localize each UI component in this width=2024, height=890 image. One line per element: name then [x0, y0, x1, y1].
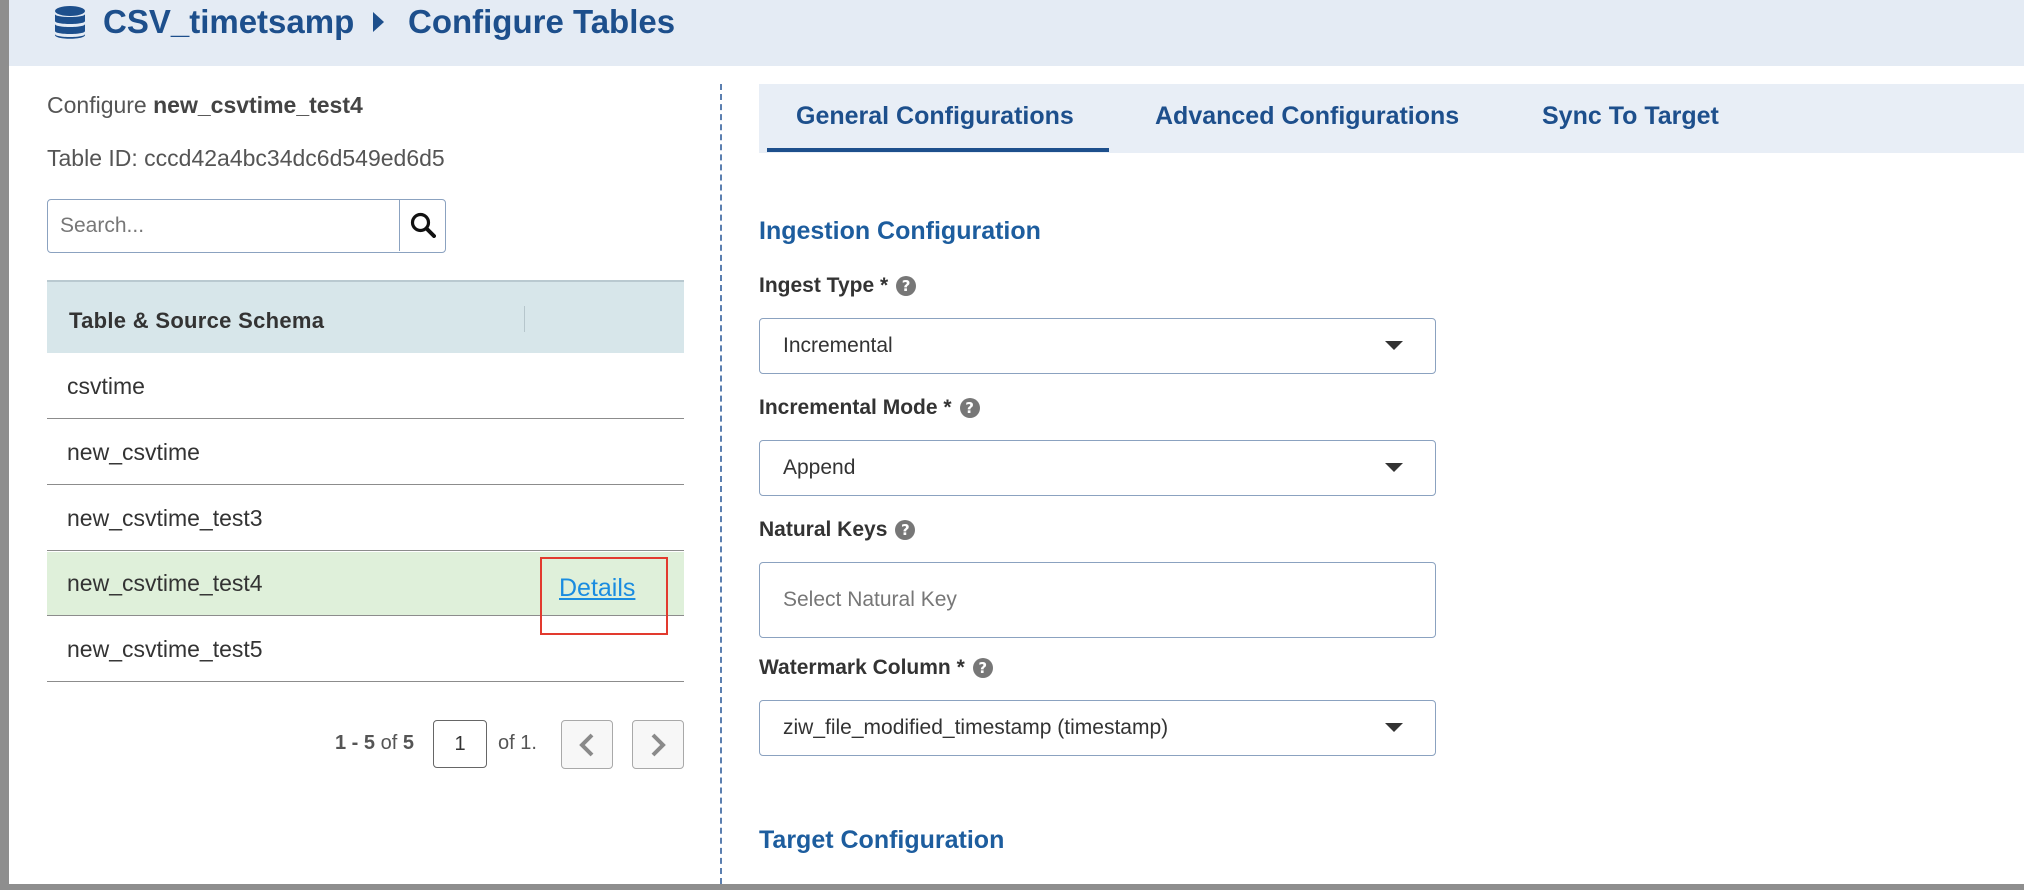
watermark-column-label: Watermark Column *? — [759, 656, 993, 680]
active-tab-indicator — [767, 148, 1109, 152]
row-label: new_csvtime_test4 — [67, 570, 263, 596]
page-header: CSV_timetsamp Configure Tables — [9, 0, 2024, 66]
natural-keys-field — [759, 562, 1436, 638]
help-icon[interactable]: ? — [895, 520, 916, 540]
incremental-mode-label: Incremental Mode *? — [759, 396, 980, 420]
chevron-right-icon — [651, 733, 666, 757]
ingestion-configuration-title: Ingestion Configuration — [759, 217, 1041, 245]
table-row[interactable]: new_csvtime_test3 — [47, 487, 684, 551]
watermark-column-select[interactable]: ziw_file_modified_timestamp (timestamp) — [759, 700, 1436, 756]
natural-keys-label: Natural Keys? — [759, 518, 916, 542]
window-frame-bottom — [0, 884, 2024, 890]
table-header: Table & Source Schema — [47, 280, 684, 353]
incremental-mode-select[interactable]: Append — [759, 440, 1436, 496]
incremental-mode-value: Append — [783, 456, 856, 479]
caret-right-icon — [373, 12, 384, 32]
panel-divider — [720, 84, 722, 884]
page-number-input[interactable] — [433, 720, 487, 768]
highlight-box — [540, 557, 668, 635]
row-label: new_csvtime_test3 — [67, 505, 263, 531]
caret-down-icon — [1385, 341, 1403, 350]
table-id: Table ID: cccd42a4bc34dc6d549ed6d5 — [47, 145, 445, 171]
search-icon — [410, 212, 436, 238]
natural-keys-label-text: Natural Keys — [759, 518, 888, 541]
ingest-type-value: Incremental — [783, 334, 893, 357]
tab-sync-to-target[interactable]: Sync To Target — [1542, 102, 1719, 131]
table-row[interactable]: new_csvtime — [47, 421, 684, 485]
ingest-type-label-text: Ingest Type * — [759, 274, 889, 297]
row-label: csvtime — [67, 373, 145, 399]
natural-keys-input[interactable] — [760, 563, 1434, 636]
page-title: Configure Tables — [408, 3, 676, 40]
column-divider — [524, 306, 525, 332]
pagination-range: 1 - 5 — [335, 732, 376, 754]
help-icon[interactable]: ? — [959, 398, 980, 418]
ingest-type-select[interactable]: Incremental — [759, 318, 1436, 374]
caret-down-icon — [1385, 723, 1403, 732]
target-configuration-title: Target Configuration — [759, 826, 1005, 854]
previous-page-button[interactable] — [561, 720, 613, 769]
configure-prefix: Configure — [47, 92, 154, 118]
pagination-summary: 1 - 5 of 5 — [335, 732, 414, 755]
row-label: new_csvtime — [67, 439, 200, 465]
app-title[interactable]: CSV_timetsamp — [103, 3, 354, 41]
help-icon[interactable]: ? — [972, 658, 993, 678]
tab-advanced-configurations[interactable]: Advanced Configurations — [1155, 102, 1459, 131]
window-frame-left — [0, 0, 9, 890]
ingest-type-label: Ingest Type *? — [759, 274, 917, 298]
pagination-of: of — [380, 732, 398, 754]
chevron-left-icon — [579, 733, 594, 757]
search-box — [47, 199, 446, 253]
configure-heading: Configure new_csvtime_test4 — [47, 92, 363, 119]
help-icon[interactable]: ? — [896, 276, 917, 296]
watermark-column-label-text: Watermark Column * — [759, 656, 965, 679]
search-input[interactable] — [48, 200, 398, 251]
pagination-pages: of 1. — [498, 732, 537, 754]
incremental-mode-label-text: Incremental Mode * — [759, 396, 952, 419]
configure-table-name: new_csvtime_test4 — [153, 92, 363, 118]
row-label: new_csvtime_test5 — [67, 636, 263, 662]
table-row[interactable]: csvtime — [47, 355, 684, 419]
database-icon — [55, 6, 85, 39]
caret-down-icon — [1385, 463, 1403, 472]
pagination-total: 5 — [402, 732, 414, 754]
watermark-column-value: ziw_file_modified_timestamp (timestamp) — [783, 716, 1169, 739]
tab-general-configurations[interactable]: General Configurations — [796, 102, 1074, 131]
column-header-table-source-schema[interactable]: Table & Source Schema — [69, 308, 324, 334]
tab-bar: General Configurations Advanced Configur… — [759, 84, 2024, 153]
search-button[interactable] — [399, 200, 445, 251]
next-page-button[interactable] — [632, 720, 684, 769]
